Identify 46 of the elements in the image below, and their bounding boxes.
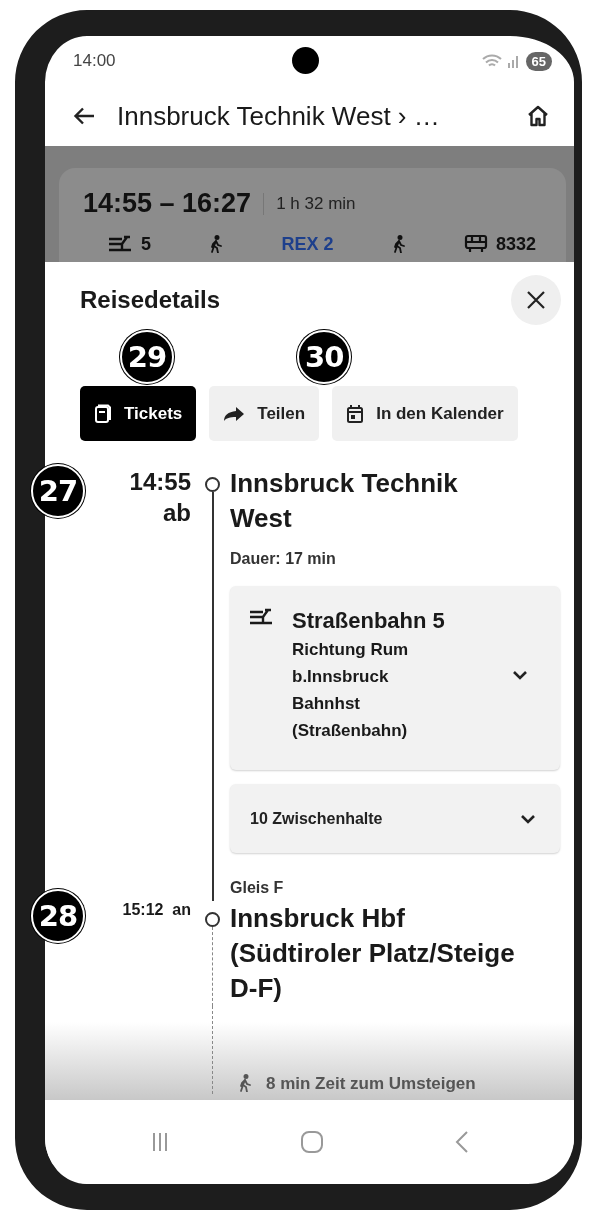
screen-title: Innsbruck Technik West › … (117, 100, 441, 132)
back-icon[interactable] (454, 1130, 469, 1154)
share-arrow-icon (223, 405, 246, 422)
line-name: Straßenbahn 5 (292, 607, 446, 635)
annotation-badge: 28 (31, 889, 85, 943)
transfer-text: 8 min Zeit zum Umsteigen (266, 1074, 476, 1094)
line-number: 8332 (495, 233, 536, 255)
leg-card[interactable]: Straßenbahn 5 Richtung Rum b.Innsbruck Bahnhst (Straßenbahn) (230, 586, 560, 770)
wifi-icon (481, 53, 502, 69)
station-name: Innsbruck Hbf (Südtiroler Platz/Steige D-F) (230, 902, 516, 1005)
back-arrow-icon[interactable] (73, 107, 95, 125)
recent-apps-icon[interactable] (150, 1132, 169, 1152)
ticket-icon (94, 403, 112, 424)
duration-text: Dauer: 17 min (230, 550, 337, 568)
camera-cutout (292, 47, 319, 74)
departure-time: 14:55 (129, 467, 191, 497)
trip-times: 14:55 – 16:27 (83, 188, 252, 219)
trip-duration: 1 h 32 min (276, 193, 356, 214)
intermediate-stops-row[interactable]: 10 Zwischenhalte (230, 784, 560, 853)
chevron-icon[interactable] (512, 670, 528, 680)
annotation-badge: 27 (31, 464, 85, 518)
arrival-time: 15:12 an (122, 900, 191, 918)
bus-icon (463, 234, 488, 254)
annotation-badge: 29 (120, 330, 174, 384)
calendar-icon (346, 403, 365, 424)
station-name: Innsbruck Technik West (230, 467, 459, 535)
battery-indicator: 65 (525, 51, 552, 71)
walking-icon (238, 1074, 252, 1092)
close-button[interactable] (511, 275, 561, 325)
line-number: 5 (141, 233, 151, 255)
platform-text: Gleis F (230, 879, 285, 897)
walking-icon (209, 235, 224, 253)
home-icon[interactable] (526, 104, 550, 128)
home-button-icon[interactable] (299, 1130, 324, 1154)
annotation-badge: 30 (297, 330, 352, 384)
train-line-label: REX 2 (281, 233, 334, 255)
sheet-title: Reisedetails (80, 286, 222, 314)
departure-label: ab (163, 498, 191, 528)
share-button[interactable]: Teilen (209, 386, 320, 441)
close-icon (526, 290, 546, 310)
walking-icon (391, 235, 406, 253)
signal-icon (506, 54, 521, 68)
chevron-icon[interactable] (520, 813, 536, 824)
direction-text: Richtung Rum b.Innsbruck Bahnhst (Straßenbahn) (292, 639, 410, 742)
stop-node (205, 912, 220, 927)
status-time: 14:00 (73, 51, 116, 71)
